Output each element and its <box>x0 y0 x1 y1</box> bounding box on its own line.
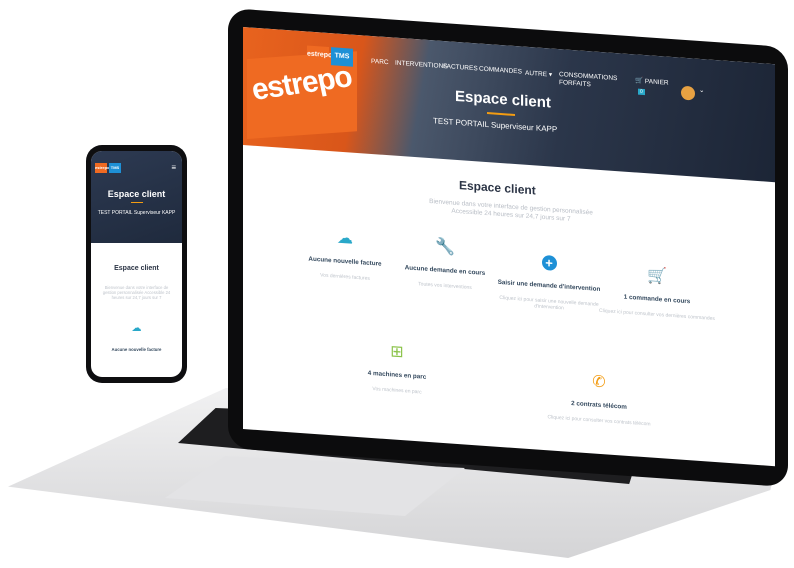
estrepo-logo[interactable]: estrepo <box>95 163 109 173</box>
card-new-request[interactable]: + Saisir une demande d'intervention Cliq… <box>489 250 609 314</box>
tms-logo[interactable]: TMS <box>331 47 353 67</box>
card-label: 4 machines en parc <box>367 369 427 381</box>
cart-label: PANIER <box>644 78 669 87</box>
card-desc: Vos machines en parc <box>372 386 422 396</box>
hero-title: Espace client <box>455 87 551 112</box>
phone-icon: ✆ <box>592 373 606 392</box>
wrench-icon: 🔧 <box>435 238 455 257</box>
card-desc: Cliquez ici pour consulter vos contrats … <box>547 414 651 428</box>
card-parc[interactable]: ⊞ 4 machines en parc Vos machines en par… <box>337 340 457 398</box>
laptop-screen: estrepo estrepo TMS PARC INTERVENTIONS F… <box>243 27 775 467</box>
cart-link[interactable]: 🛒 PANIER <box>635 76 669 86</box>
card-telecom[interactable]: ✆ 2 contrats télécom Cliquez ici pour co… <box>539 370 659 428</box>
section-subtitle: Bienvenue dans votre interface de gestio… <box>429 198 593 223</box>
phone-section-title: Espace client <box>114 265 159 272</box>
user-avatar[interactable] <box>681 85 695 101</box>
card-desc: Cliquez ici pour consulter vos dernières… <box>599 307 715 323</box>
phone-screen: estrepo TMS ≡ Espace client TEST PORTAIL… <box>91 151 182 377</box>
phone-hero-subtitle: TEST PORTAIL Superviseur KAPP <box>97 210 176 216</box>
chevron-down-icon[interactable]: ⌄ <box>699 86 704 94</box>
menu-icon[interactable]: ≡ <box>171 163 176 172</box>
nav-consommations[interactable]: CONSOMMATIONS FORFAITS <box>559 71 617 91</box>
card-label: Aucune demande en cours <box>404 264 486 277</box>
estrepo-logo[interactable]: estrepo <box>307 45 332 66</box>
card-label: Saisir une demande d'intervention <box>497 278 601 293</box>
phone-card-label[interactable]: Aucune nouvelle facture <box>91 347 182 352</box>
tms-logo[interactable]: TMS <box>109 163 121 173</box>
plus-icon: + <box>541 254 557 271</box>
phone-hero-underline <box>131 202 143 203</box>
nav-parc[interactable]: PARC <box>371 58 389 66</box>
card-label: 1 commande en cours <box>623 293 691 306</box>
phone-hero-title: Espace client <box>107 189 166 199</box>
cloud-icon[interactable]: ☁ <box>91 323 182 334</box>
cart-icon: 🛒 <box>635 77 644 85</box>
phone-section-desc: Bienvenue dans votre interface de gestio… <box>102 285 171 300</box>
card-desc: Cliquez ici pour saisir une nouvelle dem… <box>499 294 599 312</box>
cart-icon: 🛒 <box>647 267 667 286</box>
card-label: 2 contrats télécom <box>571 399 627 411</box>
network-icon: ⊞ <box>390 343 404 362</box>
nav-autre[interactable]: AUTRE ▾ <box>525 69 552 79</box>
section-title: Espace client <box>459 178 536 198</box>
hero-underline <box>487 112 515 117</box>
card-desc: Toutes vos interventions <box>418 281 472 292</box>
card-commandes[interactable]: 🛒 1 commande en cours Cliquez ici pour c… <box>597 264 717 322</box>
nav-interventions[interactable]: INTERVENTIONS <box>395 60 448 71</box>
nav-commandes[interactable]: COMMANDES <box>479 66 522 76</box>
cart-count-badge: 0 <box>638 88 645 96</box>
card-interventions[interactable]: 🔧 Aucune demande en cours Toutes vos int… <box>385 235 505 293</box>
phone-hero: estrepo TMS ≡ Espace client TEST PORTAIL… <box>91 151 182 243</box>
nav-factures[interactable]: FACTURES <box>443 63 478 72</box>
hero-subtitle: TEST PORTAIL Superviseur KAPP <box>433 116 558 134</box>
